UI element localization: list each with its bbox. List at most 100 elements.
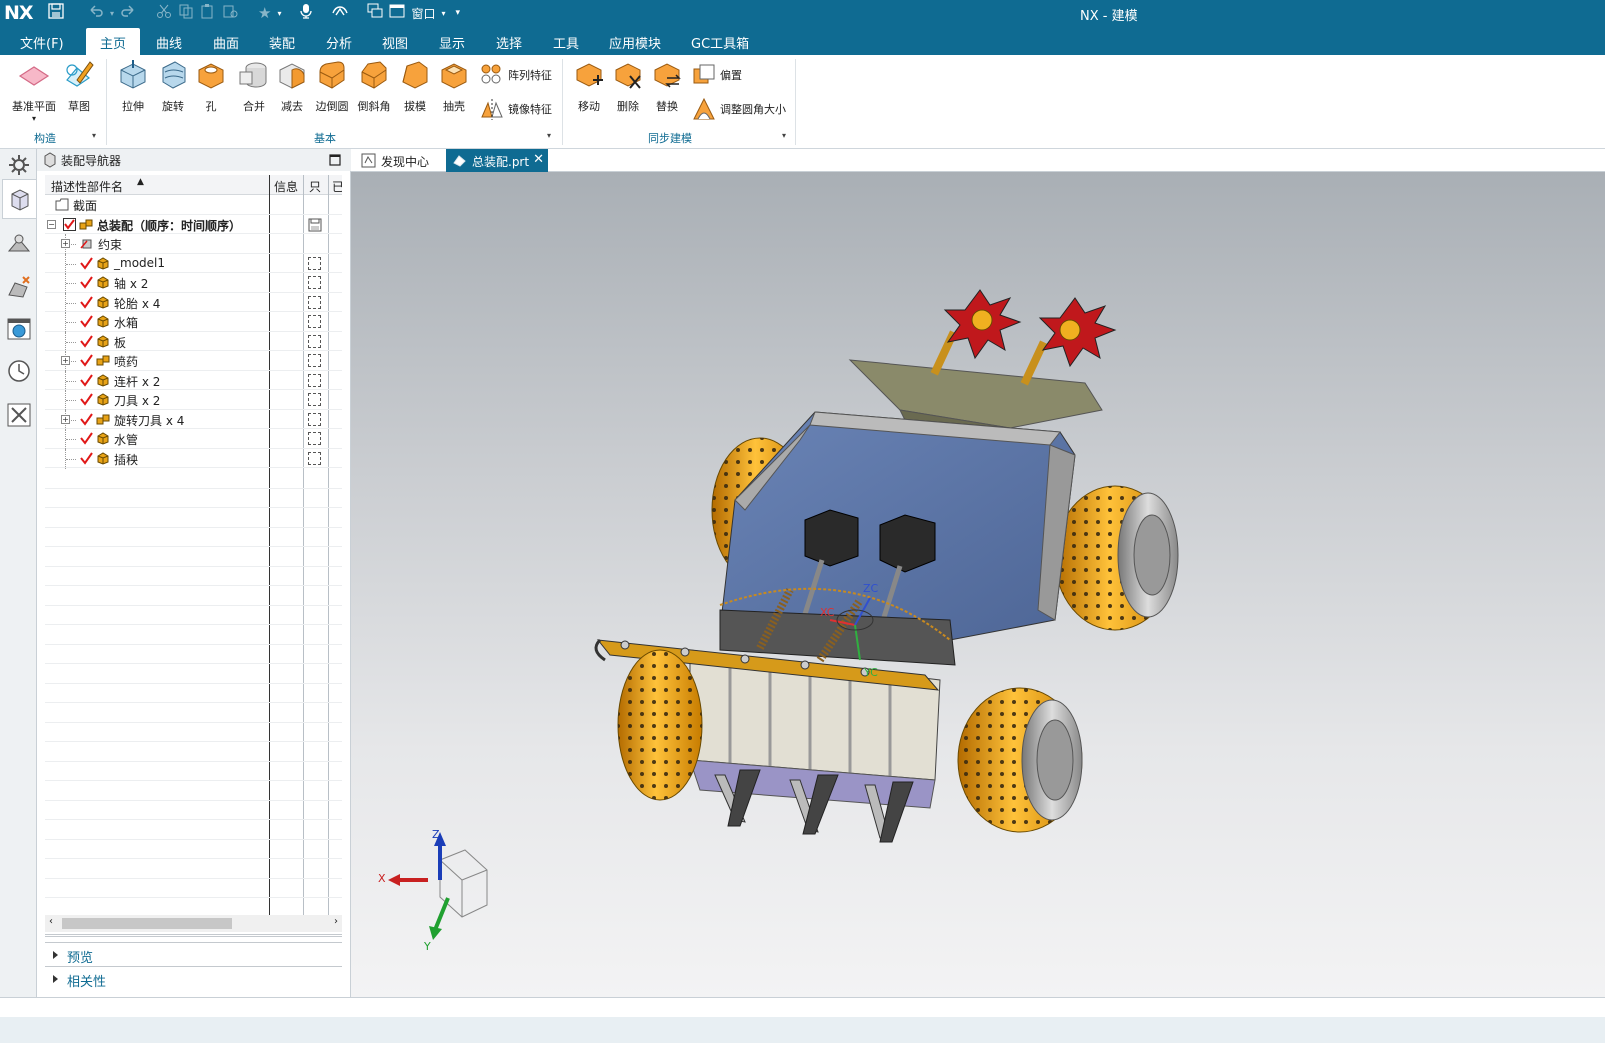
menu-view[interactable]: 视图: [382, 33, 408, 52]
shell-button[interactable]: 抽壳: [432, 58, 476, 114]
panel-splitter[interactable]: [45, 934, 342, 937]
menu-tools[interactable]: 工具: [553, 33, 579, 52]
scroll-left-icon[interactable]: ‹: [49, 916, 53, 927]
replace-face-button[interactable]: 替换: [645, 58, 689, 114]
menu-home[interactable]: 主页: [86, 28, 141, 55]
collapse-toggle-icon[interactable]: −: [47, 219, 56, 229]
touch-mode-icon[interactable]: [331, 3, 349, 23]
save-icon[interactable]: [48, 3, 64, 23]
favorite-star-icon[interactable]: ★: [258, 4, 271, 22]
move-face-button[interactable]: 移动: [567, 58, 611, 114]
datum-plane-button[interactable]: 基准平面 ▾: [11, 58, 57, 123]
tree-row[interactable]: _model1: [45, 253, 342, 274]
undo-icon[interactable]: [88, 3, 104, 23]
menu-select[interactable]: 选择: [496, 33, 522, 52]
sketch-button[interactable]: 草图: [57, 58, 101, 114]
close-tab-icon[interactable]: ✕: [533, 152, 544, 167]
datum-plane-dropdown-icon[interactable]: ▾: [11, 114, 57, 123]
edge-blend-button[interactable]: 边倒圆: [310, 58, 354, 114]
switch-window-icon[interactable]: [367, 3, 383, 23]
pattern-feature-button[interactable]: 阵列特征: [480, 62, 552, 88]
tree-row[interactable]: + 喷药: [45, 351, 342, 371]
basic-group-dropdown-icon[interactable]: ▾: [547, 131, 551, 140]
part-navigator-icon[interactable]: [5, 273, 33, 301]
tree-row[interactable]: 轮胎 x 4: [45, 292, 342, 313]
visibility-check-icon[interactable]: [80, 276, 93, 289]
tab-discovery-center[interactable]: 发现中心: [355, 149, 446, 172]
tree-row[interactable]: + 旋转刀具 x 4: [45, 409, 342, 430]
checkbox-checked-icon[interactable]: [63, 217, 76, 231]
settings-gear-icon[interactable]: [5, 151, 33, 179]
expand-toggle-icon[interactable]: +: [61, 414, 70, 424]
undo-dropdown-icon[interactable]: ▾: [110, 9, 114, 18]
history-clock-icon[interactable]: [5, 357, 33, 385]
tree-row[interactable]: 刀具 x 2: [45, 390, 342, 410]
scrollbar-thumb[interactable]: [62, 918, 232, 929]
chamfer-button[interactable]: 倒斜角: [352, 58, 396, 114]
menu-curve[interactable]: 曲线: [156, 33, 182, 52]
tree-row[interactable]: − 总装配（顺序：时间顺序）: [45, 215, 342, 234]
tree-row[interactable]: + 约束: [45, 234, 342, 254]
maximize-panel-icon[interactable]: [329, 154, 341, 166]
graphics-viewport[interactable]: XC ZC YC Z X Y: [351, 172, 1605, 997]
window-menu-label[interactable]: 窗口: [411, 5, 435, 22]
visibility-check-icon[interactable]: [80, 451, 93, 465]
visibility-check-icon[interactable]: [80, 256, 93, 270]
expand-toggle-icon[interactable]: +: [61, 239, 70, 248]
column-header-modified[interactable]: 已: [329, 175, 342, 195]
sync-group-dropdown-icon[interactable]: ▾: [782, 131, 786, 140]
window-menu-icon[interactable]: [389, 3, 405, 23]
expand-toggle-icon[interactable]: +: [61, 356, 70, 365]
customize-qat-icon[interactable]: ▾: [456, 8, 461, 18]
copy-icon[interactable]: [178, 3, 194, 23]
delete-face-button[interactable]: 删除: [606, 58, 650, 114]
visibility-check-icon[interactable]: [80, 334, 93, 348]
preview-section[interactable]: 预览: [45, 942, 342, 966]
visibility-check-icon[interactable]: [80, 295, 93, 309]
menu-assembly[interactable]: 装配: [269, 33, 295, 52]
visibility-check-icon[interactable]: [80, 373, 93, 387]
draft-button[interactable]: 拔模: [393, 58, 437, 114]
paste-special-icon[interactable]: [222, 3, 238, 23]
visibility-check-icon[interactable]: [80, 432, 93, 445]
column-header-info[interactable]: 信息: [270, 175, 303, 195]
column-header-part-name[interactable]: 描述性部件名 ▲: [45, 175, 269, 195]
favorite-dropdown-icon[interactable]: ▾: [277, 9, 281, 18]
menu-display[interactable]: 显示: [439, 33, 465, 52]
cut-icon[interactable]: [156, 3, 172, 23]
resize-blend-button[interactable]: 调整圆角大小: [692, 96, 786, 122]
tree-row[interactable]: 连杆 x 2: [45, 370, 342, 391]
construct-group-dropdown-icon[interactable]: ▾: [92, 131, 96, 140]
visibility-check-icon[interactable]: [80, 354, 93, 367]
paste-icon[interactable]: [200, 3, 216, 23]
menu-gc-toolbox[interactable]: GC工具箱: [691, 33, 749, 52]
web-browser-icon[interactable]: [5, 315, 33, 343]
assembly-navigator-tab[interactable]: [2, 179, 36, 219]
menu-file[interactable]: 文件(F): [20, 33, 64, 52]
extrude-button[interactable]: 拉伸: [111, 58, 155, 114]
dependencies-section[interactable]: 相关性: [45, 966, 342, 990]
visibility-check-icon[interactable]: [80, 412, 93, 426]
microphone-icon[interactable]: [299, 3, 313, 23]
hole-button[interactable]: 孔: [189, 58, 233, 114]
scroll-right-icon[interactable]: ›: [334, 916, 338, 927]
reuse-library-icon[interactable]: [5, 401, 33, 429]
constraint-navigator-icon[interactable]: [5, 231, 33, 259]
view-triad[interactable]: Z X Y: [378, 828, 488, 953]
menu-surface[interactable]: 曲面: [213, 33, 239, 52]
visibility-check-icon[interactable]: [80, 393, 93, 406]
menu-application[interactable]: 应用模块: [609, 33, 661, 52]
tree-row[interactable]: 轴 x 2: [45, 273, 342, 293]
visibility-check-icon[interactable]: [80, 315, 93, 328]
menu-analysis[interactable]: 分析: [326, 33, 352, 52]
tree-row[interactable]: 板: [45, 331, 342, 352]
tree-row[interactable]: 水箱: [45, 312, 342, 332]
offset-region-button[interactable]: 偏置: [692, 62, 742, 88]
redo-icon[interactable]: [120, 3, 136, 23]
horizontal-scrollbar[interactable]: ‹ ›: [45, 915, 342, 932]
tree-row[interactable]: 截面: [45, 195, 342, 215]
mirror-feature-button[interactable]: 镜像特征: [480, 96, 552, 122]
tab-assembly-part[interactable]: 总装配.prt ✕: [446, 149, 548, 172]
subtract-button[interactable]: 减去: [270, 58, 314, 114]
tree-row[interactable]: 水管: [45, 429, 342, 449]
